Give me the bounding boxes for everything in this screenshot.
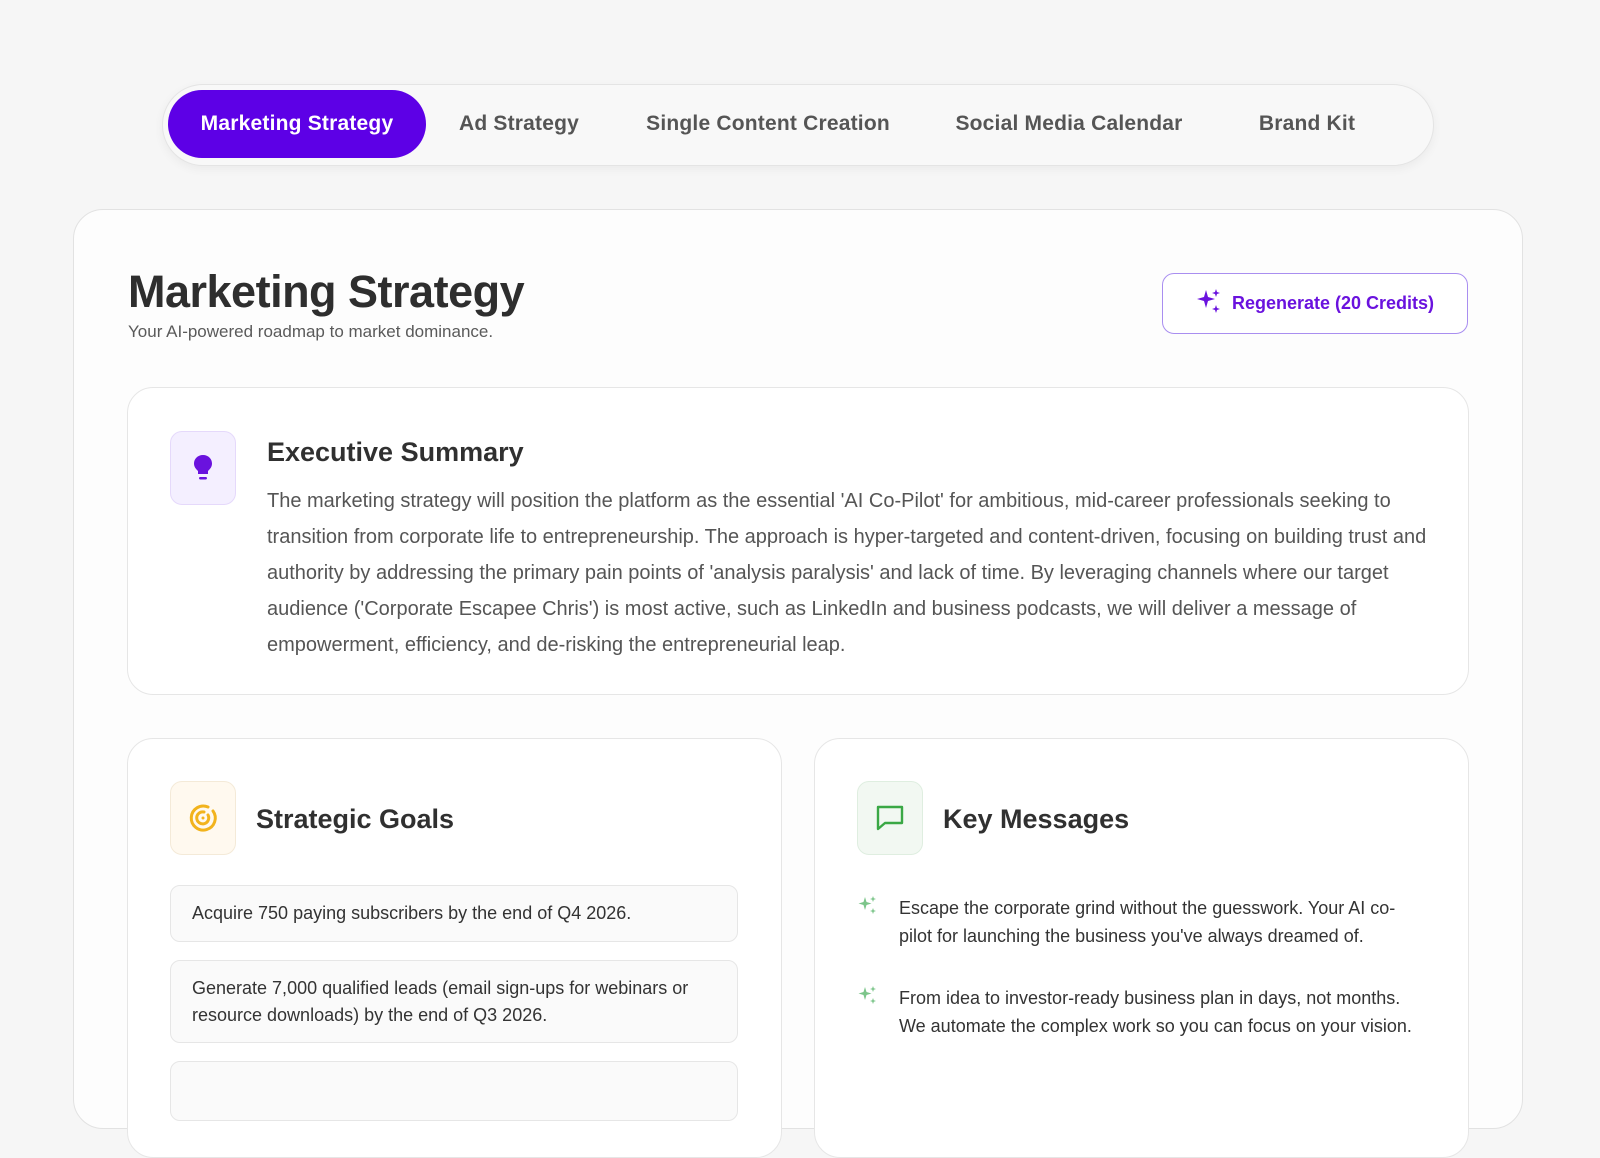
tab-marketing-strategy[interactable]: Marketing Strategy — [168, 90, 426, 158]
executive-summary-title: Executive Summary — [267, 437, 524, 467]
message-item: From idea to investor-ready business pla… — [857, 985, 1427, 1040]
tab-bar: Marketing Strategy Ad Strategy Single Co… — [162, 84, 1434, 166]
message-square-icon — [857, 781, 923, 855]
executive-summary-body: The marketing strategy will position the… — [267, 490, 1427, 656]
executive-summary-panel: Executive Summary The marketing strategy… — [127, 387, 1469, 695]
sparkle-icon — [857, 895, 877, 950]
key-messages-panel: Key Messages Escape the corporate grind … — [814, 738, 1469, 1158]
tab-brand-kit[interactable]: Brand Kit — [1223, 90, 1391, 158]
goal-item: Acquire 750 paying subscribers by the en… — [170, 885, 738, 942]
message-text: From idea to investor-ready business pla… — [899, 988, 1412, 1036]
message-text: Escape the corporate grind without the g… — [899, 898, 1396, 946]
tab-social-media-calendar[interactable]: Social Media Calendar — [933, 90, 1205, 158]
goal-item: Generate 7,000 qualified leads (email si… — [170, 960, 738, 1043]
target-icon — [170, 781, 236, 855]
regenerate-button[interactable]: Regenerate (20 Credits) — [1162, 273, 1468, 334]
page-title: Marketing Strategy — [128, 266, 525, 317]
strategic-goals-title: Strategic Goals — [256, 804, 455, 834]
page-subtitle: Your AI-powered roadmap to market domina… — [128, 322, 494, 341]
strategy-card: Marketing Strategy Your AI-powered roadm… — [73, 209, 1523, 1158]
tab-single-content-creation[interactable]: Single Content Creation — [618, 90, 918, 158]
key-messages-title: Key Messages — [943, 804, 1130, 834]
lightbulb-icon — [170, 431, 236, 505]
sparkle-icon — [857, 985, 877, 1040]
goal-item-partial — [170, 1061, 738, 1121]
message-item: Escape the corporate grind without the g… — [857, 895, 1427, 950]
strategic-goals-panel: Strategic Goals Acquire 750 paying subsc… — [127, 738, 782, 1158]
sparkles-icon — [1196, 288, 1222, 319]
tab-ad-strategy[interactable]: Ad Strategy — [431, 90, 607, 158]
regenerate-label: Regenerate (20 Credits) — [1231, 293, 1435, 313]
